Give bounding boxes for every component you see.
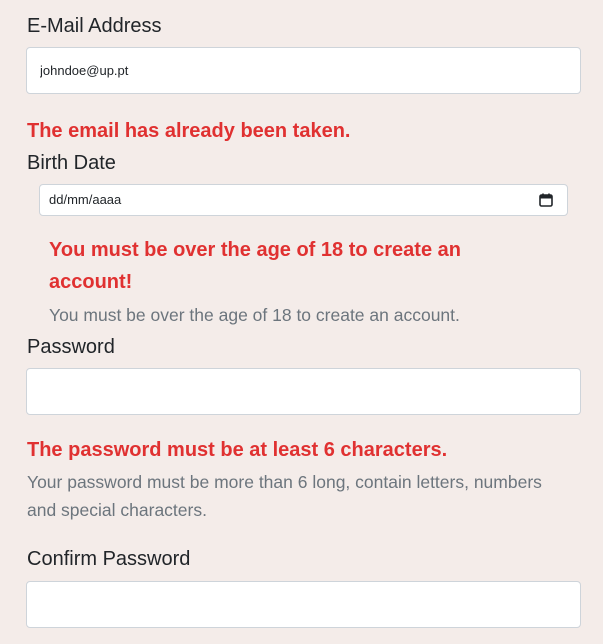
confirm-password-input[interactable] <box>26 581 581 628</box>
calendar-icon[interactable] <box>539 193 553 207</box>
password-help-line2: and special characters. <box>27 500 207 520</box>
email-error: The email has already been taken. <box>27 120 351 142</box>
registration-form: E-Mail Address The email has already bee… <box>0 0 603 644</box>
birth-date-help: You must be over the age of 18 to create… <box>49 305 460 325</box>
birth-date-label: Birth Date <box>27 152 116 174</box>
birth-date-error-line2: account! <box>49 271 133 293</box>
birth-date-placeholder: dd/mm/aaaa <box>49 192 122 207</box>
birth-date-error-line1: You must be over the age of 18 to create… <box>49 239 461 261</box>
email-input[interactable] <box>26 47 581 94</box>
password-input[interactable] <box>26 368 581 415</box>
email-label: E-Mail Address <box>27 15 162 37</box>
birth-date-error: You must be over the age of 18 to create… <box>49 239 461 303</box>
password-help: Your password must be more than 6 long, … <box>27 468 542 524</box>
password-label: Password <box>27 336 115 358</box>
password-error: The password must be at least 6 characte… <box>27 439 448 461</box>
confirm-password-label: Confirm Password <box>27 548 191 570</box>
birth-date-input[interactable]: dd/mm/aaaa <box>39 184 568 216</box>
password-help-line1: Your password must be more than 6 long, … <box>27 472 542 492</box>
